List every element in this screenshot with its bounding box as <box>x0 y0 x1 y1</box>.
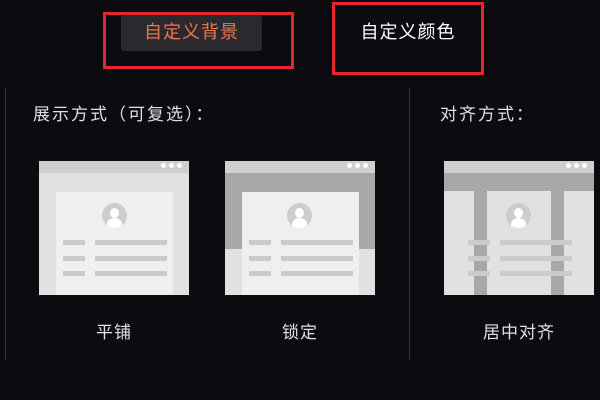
tab-custom-color-highlight <box>332 2 484 75</box>
tile-preview-card[interactable] <box>39 161 189 295</box>
tile-option-label[interactable]: 平铺 <box>39 318 189 343</box>
fixed-option-label[interactable]: 锁定 <box>225 318 375 343</box>
display-mode-heading: 展示方式（可复选）： <box>33 105 215 125</box>
divider-middle <box>409 88 410 360</box>
fixed-preview-card[interactable] <box>225 161 375 295</box>
card-titlebar <box>39 161 189 173</box>
avatar-icon <box>102 203 127 228</box>
avatar-icon <box>506 203 531 228</box>
card-top-band <box>444 173 594 191</box>
card-titlebar <box>444 161 594 173</box>
tab-custom-background-highlight <box>103 12 294 69</box>
center-align-preview-card[interactable] <box>444 161 594 295</box>
center-align-option-label[interactable]: 居中对齐 <box>444 318 594 343</box>
divider-left <box>5 88 6 360</box>
avatar-icon <box>287 203 312 228</box>
alignment-heading: 对齐方式： <box>440 105 535 125</box>
card-titlebar <box>225 161 375 173</box>
